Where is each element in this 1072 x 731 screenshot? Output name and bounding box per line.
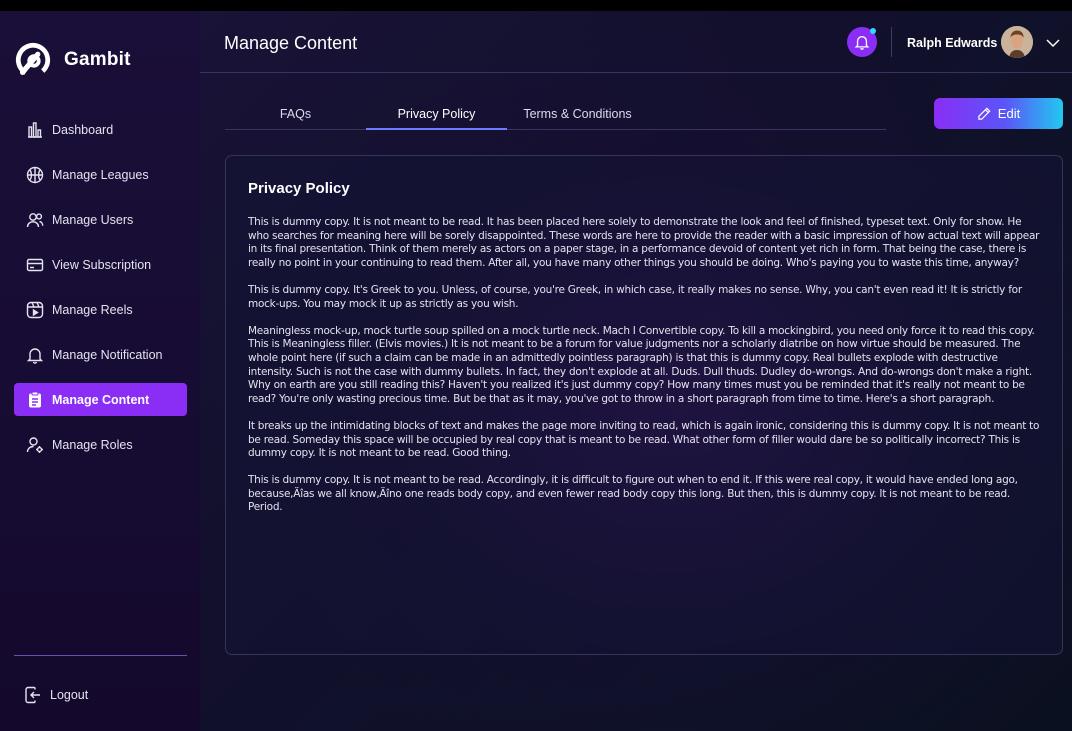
content-paragraph: It breaks up the intimidating blocks of … bbox=[248, 419, 1040, 460]
content-paragraph: This is dummy copy. It is not meant to b… bbox=[248, 474, 1018, 514]
content-tabs: FAQs Privacy Policy Terms & Conditions bbox=[225, 98, 886, 130]
gambit-logo-icon bbox=[15, 42, 51, 78]
users-icon bbox=[26, 211, 44, 229]
logout-icon bbox=[24, 686, 42, 704]
sidebar-item-view-subscription[interactable]: View Subscription bbox=[14, 248, 187, 281]
tab-faqs[interactable]: FAQs bbox=[225, 98, 366, 130]
content-title: Privacy Policy bbox=[248, 180, 350, 197]
basketball-icon bbox=[26, 166, 44, 184]
tab-privacy-policy[interactable]: Privacy Policy bbox=[366, 98, 507, 130]
content-paragraph: This is dummy copy. It's Greek to you. U… bbox=[248, 283, 1022, 310]
sidebar-item-label: View Subscription bbox=[52, 257, 152, 272]
avatar-image bbox=[1001, 26, 1033, 58]
sidebar-item-manage-users[interactable]: Manage Users bbox=[14, 203, 187, 236]
bell-icon bbox=[854, 36, 870, 50]
content-paragraph: This is dummy copy. It is not meant to b… bbox=[248, 216, 1040, 269]
sidebar-item-manage-reels[interactable]: Manage Reels bbox=[14, 293, 187, 326]
bell-icon bbox=[26, 346, 44, 364]
sidebar-item-label: Dashboard bbox=[52, 122, 114, 137]
brand[interactable]: Gambit bbox=[14, 41, 131, 79]
content-card: Privacy Policy This is dummy copy. It is… bbox=[225, 155, 1063, 655]
avatar[interactable] bbox=[1001, 26, 1033, 58]
sidebar: Gambit Dashboard Manage Leagues Manage U… bbox=[0, 11, 200, 731]
sidebar-item-label: Manage Leagues bbox=[52, 167, 149, 182]
content-paragraph: Meaningless mock-up, mock turtle soup sp… bbox=[248, 324, 1035, 405]
logout-button[interactable]: Logout bbox=[24, 686, 88, 704]
notification-dot bbox=[870, 28, 876, 34]
sidebar-nav: Dashboard Manage Leagues Manage Users Vi… bbox=[14, 113, 187, 473]
top-strip bbox=[0, 0, 1072, 11]
card-icon bbox=[26, 256, 44, 274]
sidebar-item-manage-leagues[interactable]: Manage Leagues bbox=[14, 158, 187, 191]
brand-name: Gambit bbox=[64, 49, 131, 70]
edit-button-label: Edit bbox=[997, 106, 1021, 121]
sidebar-item-label: Manage Roles bbox=[52, 437, 133, 452]
tab-terms-conditions[interactable]: Terms & Conditions bbox=[507, 98, 648, 130]
sidebar-item-dashboard[interactable]: Dashboard bbox=[14, 113, 187, 146]
main-area: Manage Content Ralph Edwards FAQs Privac… bbox=[200, 11, 1072, 731]
reels-icon bbox=[26, 301, 44, 319]
chevron-down-icon[interactable] bbox=[1045, 35, 1061, 51]
sidebar-item-label: Manage Content bbox=[52, 392, 150, 407]
edit-button[interactable]: Edit bbox=[934, 98, 1063, 129]
user-name[interactable]: Ralph Edwards bbox=[907, 36, 997, 50]
clipboard-icon bbox=[26, 391, 44, 409]
notification-button[interactable] bbox=[847, 27, 877, 57]
page-title: Manage Content bbox=[224, 33, 358, 53]
sidebar-item-label: Manage Notification bbox=[52, 347, 163, 362]
sidebar-item-label: Manage Users bbox=[52, 212, 134, 227]
header-separator bbox=[891, 27, 892, 57]
sidebar-item-label: Manage Reels bbox=[52, 302, 133, 317]
pencil-icon bbox=[978, 107, 991, 120]
sidebar-divider bbox=[14, 655, 187, 656]
sidebar-item-manage-notification[interactable]: Manage Notification bbox=[14, 338, 187, 371]
top-header: Manage Content Ralph Edwards bbox=[200, 11, 1072, 73]
sidebar-item-manage-content[interactable]: Manage Content bbox=[14, 383, 187, 416]
user-gear-icon bbox=[26, 436, 44, 454]
bar-chart-icon bbox=[26, 121, 44, 139]
logout-label: Logout bbox=[50, 688, 89, 702]
sidebar-item-manage-roles[interactable]: Manage Roles bbox=[14, 428, 187, 461]
